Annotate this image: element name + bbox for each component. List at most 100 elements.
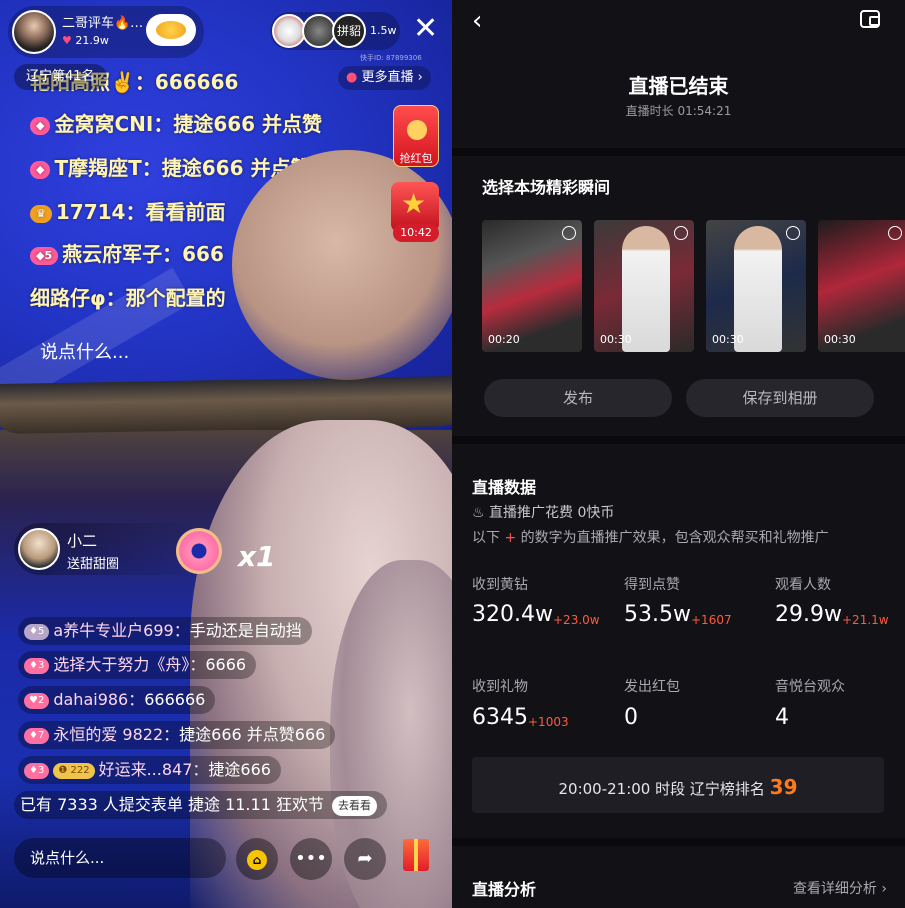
stat-label: 得到点赞 xyxy=(624,577,680,593)
phone-chat-line: ♛ 17714：看看前面 xyxy=(30,196,225,225)
stat-label: 收到黄钻 xyxy=(472,577,528,593)
level-badge: ♦3 xyxy=(24,657,50,674)
coin-icon xyxy=(407,120,427,140)
section-divider xyxy=(452,148,905,156)
save-to-album-button[interactable]: 保存到相册 xyxy=(686,379,874,417)
host-avatar[interactable] xyxy=(12,10,56,54)
clip-duration: 00:30 xyxy=(600,333,632,346)
share-icon: ➦ xyxy=(357,848,373,869)
phone-input-text: 说点什么... xyxy=(40,342,130,363)
highlight-clip[interactable]: 00:30 xyxy=(818,220,905,352)
chat-text: 手动还是自动挡 xyxy=(189,621,302,640)
select-circle-icon[interactable] xyxy=(888,226,902,240)
host-name: 二哥评车🔥… xyxy=(62,16,144,31)
chat-username: 选择大于努力《舟》： xyxy=(53,655,206,674)
red-packet-timer: 10:42 xyxy=(393,224,439,242)
promo-spend-text: 直播推广花费 0快币 xyxy=(489,505,615,521)
highlight-clip[interactable]: 00:30 xyxy=(706,220,806,352)
chat-text: 6666 xyxy=(205,655,247,674)
publish-button[interactable]: 发布 xyxy=(484,379,672,417)
section-divider xyxy=(452,838,905,846)
highlight-clip[interactable]: 00:30 xyxy=(594,220,694,352)
stream-id: 快手ID: 87899306 xyxy=(360,54,422,62)
highlight-clip[interactable]: 00:20 xyxy=(482,220,582,352)
heart-icon: ♥ xyxy=(62,34,72,47)
back-icon[interactable]: ‹ xyxy=(472,6,482,36)
stat-value: 0 xyxy=(624,705,638,730)
chat-username: a养牛专业户699： xyxy=(53,621,190,640)
close-icon[interactable]: ✕ xyxy=(413,14,438,44)
data-section-title: 直播数据 xyxy=(472,478,537,497)
phone-chat-text: 金窝窝CNI：捷途666 并点赞 xyxy=(54,112,323,136)
more-live-button[interactable]: ● 更多直播 › xyxy=(338,66,431,90)
clip-duration: 00:20 xyxy=(488,333,520,346)
chat-username: 好运来...847： xyxy=(98,760,209,779)
gift-box-icon xyxy=(403,839,429,871)
more-button[interactable]: ••• xyxy=(290,838,332,880)
star-icon: ★ xyxy=(401,187,427,220)
shop-icon: ⌂ xyxy=(247,850,267,870)
stream-duration: 直播时长 01:54:21 xyxy=(625,104,732,118)
viewer-count: 1.5w xyxy=(370,24,397,37)
stat-value: 4 xyxy=(775,705,789,730)
chat-message[interactable]: ♥2 dahai986：666666 xyxy=(18,686,216,714)
select-circle-icon[interactable] xyxy=(786,226,800,240)
promo-note: 以下 + 的数字为直播推广效果，包含观众帮买和礼物推广 xyxy=(472,530,829,546)
clip-duration: 00:30 xyxy=(824,333,856,346)
more-live-label: 更多直播 xyxy=(361,70,414,85)
level-badge: ♛ xyxy=(30,204,52,223)
viewer-avatar[interactable] xyxy=(302,14,336,48)
stat-delta: +21.1w xyxy=(842,613,889,627)
gift-count: x1 xyxy=(238,540,276,573)
level-badge: ◆ xyxy=(30,160,51,179)
select-circle-icon[interactable] xyxy=(674,226,688,240)
stat-value: 53.5w xyxy=(624,602,691,627)
phone-chat-line: 细路仔φ：那个配置的 xyxy=(30,286,226,310)
promo-banner[interactable]: 已有 7333 人提交表单 捷途 11.11 狂欢节 去看看 xyxy=(14,791,387,819)
phone-chat-line: ◆ T摩羯座T：捷途666 并点赞 xyxy=(30,152,310,181)
chat-message[interactable]: ♦7 永恒的爱 9822：捷途666 并点赞666 xyxy=(18,721,336,749)
live-dot-icon: ● xyxy=(346,70,358,85)
chat-username: dahai986： xyxy=(53,690,145,709)
follow-button[interactable] xyxy=(146,14,196,46)
view-detailed-analysis-link[interactable]: 查看详细分析 › xyxy=(793,878,887,898)
stat-delta: +23.0w xyxy=(553,613,600,627)
gold-nugget-icon xyxy=(156,21,186,39)
select-circle-icon[interactable] xyxy=(562,226,576,240)
rank-number: 39 xyxy=(769,775,798,799)
chat-text: 666666 xyxy=(144,690,206,709)
viewer-avatar[interactable] xyxy=(272,14,306,48)
stat-delta: +1003 xyxy=(528,715,569,729)
region-rank-badge[interactable]: 辽宁第41名 xyxy=(14,64,107,90)
page-title: 直播已结束 xyxy=(628,74,729,98)
gift-description: 送甜甜圈 xyxy=(67,557,120,572)
clip-duration: 00:30 xyxy=(712,333,744,346)
chat-text: 捷途666 并点赞666 xyxy=(179,725,326,744)
more-icon: ••• xyxy=(295,848,327,869)
highlights-title: 选择本场精彩瞬间 xyxy=(482,178,611,197)
stat-value: 29.9w xyxy=(775,602,842,627)
phone-chat-text: 17714：看看前面 xyxy=(55,200,226,224)
level-badge: ♥2 xyxy=(24,692,50,709)
shop-button[interactable]: ⌂ xyxy=(236,838,278,880)
red-packet-label: 抢红包 xyxy=(399,152,433,165)
wallet-icon[interactable] xyxy=(860,10,880,28)
host-likes: ♥ 21.9w xyxy=(62,34,109,47)
chat-message[interactable]: ♦3 选择大于努力《舟》：6666 xyxy=(18,651,257,679)
stat-value: 320.4w xyxy=(472,602,553,627)
viewer-avatar[interactable]: 拼貂 xyxy=(332,14,366,48)
stat-label: 音悦台观众 xyxy=(775,679,845,695)
gifter-avatar[interactable] xyxy=(18,528,60,570)
fan-badge: ❶ 222 xyxy=(53,762,95,779)
comment-input[interactable]: 说点什么... xyxy=(14,838,226,878)
chat-message[interactable]: ♦5 a养牛专业户699：手动还是自动挡 xyxy=(18,617,312,645)
section-divider xyxy=(452,436,905,444)
chat-text: 捷途666 xyxy=(208,760,271,779)
rank-text: 20:00-21:00 时段 辽宁榜排名 39 xyxy=(558,775,798,799)
go-see-button[interactable]: 去看看 xyxy=(331,795,377,816)
share-button[interactable]: ➦ xyxy=(344,838,386,880)
stat-label: 观看人数 xyxy=(775,577,831,593)
chat-message[interactable]: ♦3 ❶ 222 好运来...847：捷途666 xyxy=(18,756,281,784)
donut-gift-icon xyxy=(176,528,222,574)
stat-value: 6345 xyxy=(472,705,528,730)
